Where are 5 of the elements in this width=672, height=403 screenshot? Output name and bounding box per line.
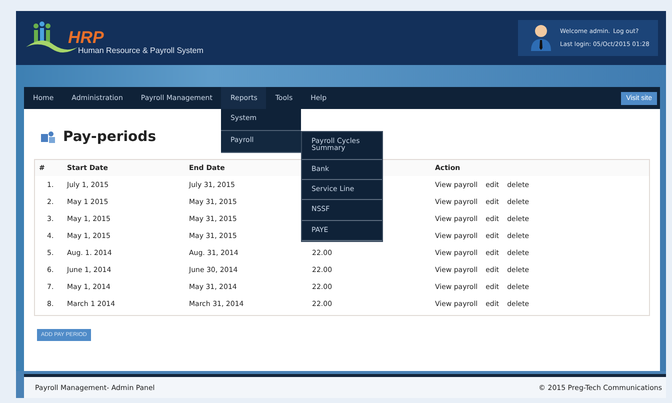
people-icon [41, 131, 57, 143]
system-subtitle: Human Resource & Payroll System [78, 46, 204, 55]
logo-text: HRP [68, 29, 105, 46]
user-avatar-icon [530, 23, 552, 53]
page-title: Pay-periods [63, 129, 156, 145]
